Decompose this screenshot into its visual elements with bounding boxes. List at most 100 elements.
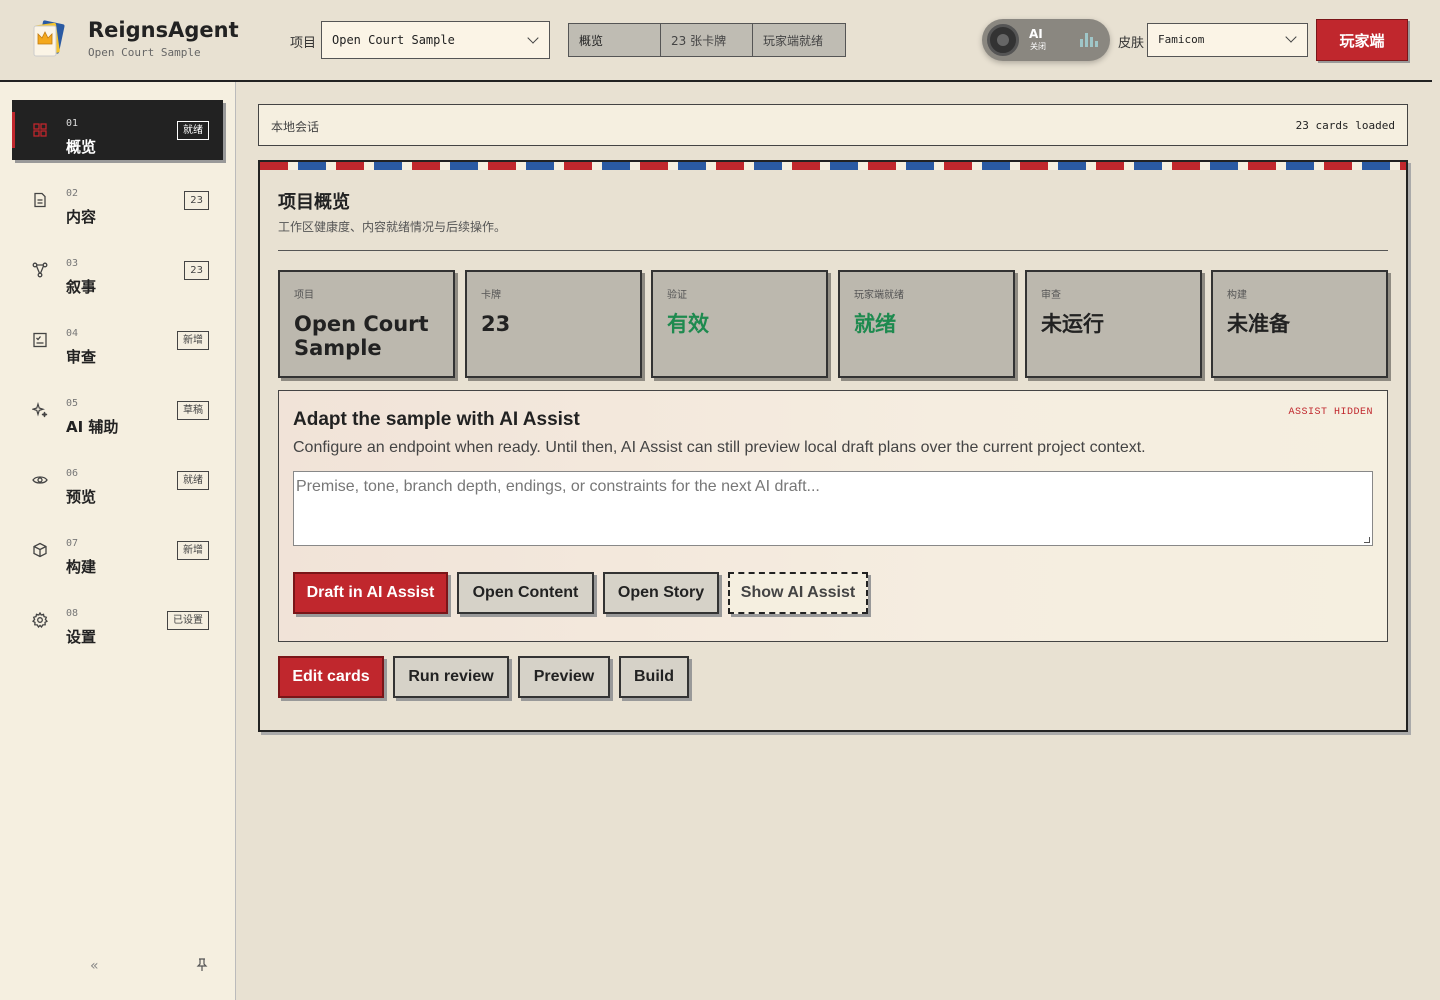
status-strip: 概览 23 张卡牌 玩家端就绪 (568, 23, 846, 57)
stat-value: 未运行 (1041, 312, 1104, 336)
ai-assist-title: Adapt the sample with AI Assist (293, 409, 580, 430)
sidebar-item-number: 01 (66, 118, 79, 129)
ai-assist-description: Configure an endpoint when ready. Until … (293, 439, 1146, 456)
sidebar-item-badge: 23 (184, 191, 209, 210)
stat-value: 就绪 (854, 312, 896, 336)
sidebar-item-content[interactable]: 02 内容 23 (12, 170, 223, 230)
sidebar-item-number: 06 (66, 468, 79, 479)
sidebar-item-badge: 已设置 (167, 611, 209, 630)
sidebar-item-number: 04 (66, 328, 79, 339)
stat-card-project: 项目 Open Court Sample (278, 270, 455, 378)
status-card-count: 23 张卡牌 (661, 24, 753, 56)
player-button[interactable]: 玩家端 (1316, 19, 1408, 61)
sidebar-item-settings[interactable]: 08 设置 已设置 (12, 590, 223, 650)
toggle-knob-icon (987, 24, 1019, 56)
stat-key: 玩家端就绪 (854, 290, 904, 301)
sidebar-item-ai-assist[interactable]: 05 AI 辅助 草稿 (12, 380, 223, 440)
page-title: 项目概览 (278, 192, 350, 213)
stat-value: 有效 (667, 312, 709, 336)
build-button[interactable]: Build (619, 656, 689, 698)
sidebar-item-label: 内容 (66, 208, 97, 226)
skin-label: 皮肤 (1118, 36, 1145, 51)
project-select-value: Open Court Sample (332, 33, 455, 47)
stat-value: 23 (481, 312, 511, 336)
crown-cards-logo-icon (33, 20, 65, 57)
app-title: ReignsAgent (88, 18, 239, 42)
stat-card-review: 审查 未运行 (1025, 270, 1202, 378)
sidebar-item-number: 08 (66, 608, 79, 619)
ai-toggle-state: 关闭 (1030, 42, 1046, 51)
stat-value: Open Court Sample (294, 312, 429, 360)
ai-toggle-label: AI (1029, 27, 1043, 41)
skin-select[interactable]: Famicom (1147, 23, 1308, 57)
sidebar-item-build[interactable]: 07 构建 新增 (12, 520, 223, 580)
sidebar: 01 概览 就绪 02 内容 23 03 叙事 23 04 审查 新增 05 A… (0, 82, 236, 1000)
sidebar-item-label: AI 辅助 (66, 418, 119, 436)
stat-card-player-ready: 玩家端就绪 就绪 (838, 270, 1015, 378)
ai-prompt-placeholder: Premise, tone, branch depth, endings, or… (296, 478, 820, 495)
sidebar-item-label: 预览 (66, 488, 97, 506)
stat-key: 卡牌 (481, 290, 501, 301)
ai-toggle[interactable]: AI 关闭 (982, 19, 1110, 61)
sidebar-item-number: 02 (66, 188, 79, 199)
stat-key: 验证 (667, 290, 687, 301)
page-subtitle: 工作区健康度、内容就绪情况与后续操作。 (278, 220, 507, 234)
stat-key: 项目 (294, 290, 314, 301)
sidebar-item-badge: 就绪 (177, 121, 209, 140)
divider (278, 250, 1388, 251)
open-story-button[interactable]: Open Story (603, 572, 719, 614)
sidebar-item-label: 概览 (66, 138, 97, 156)
stat-value: 未准备 (1227, 312, 1290, 336)
open-content-button[interactable]: Open Content (457, 572, 594, 614)
show-ai-assist-button[interactable]: Show AI Assist (728, 572, 868, 614)
assist-hidden-badge: ASSIST HIDDEN (1288, 407, 1373, 418)
sidebar-item-overview[interactable]: 01 概览 就绪 (12, 100, 223, 160)
sidebar-item-preview[interactable]: 06 预览 就绪 (12, 450, 223, 510)
sidebar-item-badge: 新增 (177, 541, 209, 560)
sidebar-item-badge: 新增 (177, 331, 209, 350)
eye-icon (32, 472, 48, 488)
stat-card-validation: 验证 有效 (651, 270, 828, 378)
stat-key: 构建 (1227, 290, 1247, 301)
project-label: 项目 (290, 36, 317, 51)
sidebar-item-review[interactable]: 04 审查 新增 (12, 310, 223, 370)
sidebar-item-narrative[interactable]: 03 叙事 23 (12, 240, 223, 300)
grid-icon (32, 122, 48, 138)
sidebar-item-number: 07 (66, 538, 79, 549)
document-icon (32, 192, 48, 208)
sparkle-icon (31, 401, 48, 418)
double-chevron-left-icon[interactable]: « (90, 958, 99, 974)
ai-prompt-input[interactable]: Premise, tone, branch depth, endings, or… (293, 471, 1373, 546)
equalizer-icon (1080, 33, 1098, 47)
stat-key: 审查 (1041, 290, 1061, 301)
preview-button[interactable]: Preview (518, 656, 610, 698)
draft-ai-assist-button[interactable]: Draft in AI Assist (293, 572, 448, 614)
sidebar-item-label: 审查 (66, 348, 97, 366)
edit-cards-button[interactable]: Edit cards (278, 656, 384, 698)
sidebar-item-badge: 23 (184, 261, 209, 280)
stat-card-cards: 卡牌 23 (465, 270, 642, 378)
session-label: 本地会话 (271, 120, 320, 134)
stat-card-build: 构建 未准备 (1211, 270, 1388, 378)
run-review-button[interactable]: Run review (393, 656, 509, 698)
sidebar-item-label: 叙事 (66, 278, 97, 296)
status-player-ready: 玩家端就绪 (753, 24, 845, 56)
chevron-down-icon (527, 32, 539, 44)
sidebar-item-label: 构建 (66, 558, 97, 576)
checklist-icon (32, 332, 48, 348)
resize-handle-icon[interactable] (1364, 537, 1370, 543)
sidebar-item-number: 05 (66, 398, 79, 409)
session-bar: 本地会话 23 cards loaded (258, 104, 1408, 146)
skin-select-value: Famicom (1158, 33, 1205, 46)
cube-icon (32, 542, 48, 558)
project-select[interactable]: Open Court Sample (321, 21, 550, 59)
gear-icon (31, 611, 49, 629)
app-header: ReignsAgent Open Court Sample 项目 Open Co… (0, 0, 1432, 82)
sidebar-item-badge: 草稿 (177, 401, 209, 420)
session-card-count: 23 cards loaded (1295, 119, 1395, 132)
sidebar-item-number: 03 (66, 258, 79, 269)
pin-icon[interactable] (196, 958, 208, 976)
branch-icon (32, 262, 48, 278)
status-overview: 概览 (569, 24, 661, 56)
overview-panel: 项目概览 工作区健康度、内容就绪情况与后续操作。 项目 Open Court S… (258, 160, 1408, 732)
